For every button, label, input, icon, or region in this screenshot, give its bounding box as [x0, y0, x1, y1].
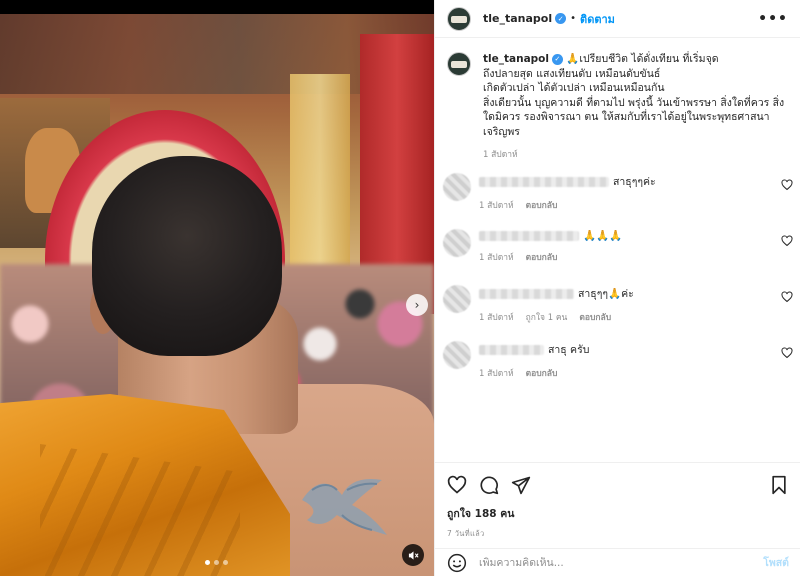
- caption-meta: 1 สัปดาห์: [483, 147, 789, 161]
- list-item: สาธุๆๆค่ะ 1 สัปดาห์ ตอบกลับ: [435, 165, 800, 221]
- comment-bubble-icon[interactable]: [479, 475, 499, 495]
- comment-like-count[interactable]: ถูกใจ 1 คน: [526, 313, 568, 323]
- avatar[interactable]: [443, 173, 471, 201]
- post-details-panel: tle_tanapol ✓ • ติดตาม ••• tle_tanapol ✓ …: [434, 0, 800, 576]
- like-heart-icon[interactable]: [447, 475, 467, 495]
- comment-input[interactable]: [479, 556, 764, 569]
- carousel-dot: [223, 560, 228, 565]
- carousel-dot: [214, 560, 219, 565]
- carousel-dots: [205, 560, 228, 565]
- caption-body: tle_tanapol ✓ 🙏เปรียบชีวิต ได้ดั่งเทียน ท…: [483, 52, 789, 139]
- carousel-dot: [205, 560, 210, 565]
- comment-text: สาธุๆๆค่ะ: [613, 176, 656, 188]
- post-header: tle_tanapol ✓ • ติดตาม •••: [435, 0, 800, 38]
- heart-icon[interactable]: [781, 291, 793, 303]
- comment-text: 🙏🙏🙏: [583, 230, 623, 242]
- post-comment-button[interactable]: โพสต์: [763, 554, 789, 571]
- more-options-icon[interactable]: •••: [758, 11, 788, 27]
- separator-dot: •: [570, 13, 577, 24]
- caption-text: 🙏เปรียบชีวิต ได้ดั่งเทียน ที่เริ่มจุด ถึ…: [483, 53, 785, 138]
- post-photo[interactable]: ›: [0, 14, 434, 576]
- share-send-icon[interactable]: [511, 475, 531, 495]
- heart-icon[interactable]: [781, 179, 793, 191]
- list-item: สาธุๆๆ🙏ค่ะ 1 สัปดาห์ ถูกใจ 1 คน ตอบกลับ: [435, 277, 800, 333]
- avatar[interactable]: [443, 229, 471, 257]
- blurred-username[interactable]: [479, 176, 609, 187]
- comment-timestamp: 1 สัปดาห์: [479, 201, 514, 211]
- comment-text: สาธุๆๆ🙏ค่ะ: [578, 288, 634, 300]
- caption-timestamp: 1 สัปดาห์: [483, 150, 518, 160]
- heart-icon[interactable]: [781, 347, 793, 359]
- top-black-strip: [0, 0, 434, 14]
- comment-timestamp: 1 สัปดาห์: [479, 253, 514, 263]
- avatar[interactable]: [443, 285, 471, 313]
- post-actions: ถูกใจ 188 คน 7 วันที่แล้ว: [435, 462, 800, 540]
- speaker-muted-icon: [408, 550, 419, 560]
- comment-timestamp: 1 สัปดาห์: [479, 369, 514, 379]
- mute-toggle-button[interactable]: [402, 544, 424, 566]
- blurred-username[interactable]: [479, 230, 579, 241]
- verified-badge-icon: ✓: [551, 53, 563, 65]
- carousel-next-button[interactable]: ›: [406, 294, 428, 316]
- avatar[interactable]: [443, 341, 471, 369]
- comment-text: สาธุ ครับ: [548, 344, 590, 356]
- likes-count[interactable]: ถูกใจ 188 คน: [447, 505, 789, 522]
- heart-icon[interactable]: [781, 235, 793, 247]
- follow-button[interactable]: ติดตาม: [580, 10, 615, 28]
- emoji-icon[interactable]: [447, 553, 467, 573]
- reply-button[interactable]: ตอบกลับ: [526, 369, 558, 379]
- avatar[interactable]: [447, 52, 471, 76]
- comments-scroll-area[interactable]: tle_tanapol ✓ 🙏เปรียบชีวิต ได้ดั่งเทียน ท…: [435, 42, 800, 462]
- avatar[interactable]: [447, 6, 471, 31]
- comment-timestamp: 1 สัปดาห์: [479, 313, 514, 323]
- add-comment-bar: โพสต์: [435, 548, 800, 576]
- post-timestamp: 7 วันที่แล้ว: [447, 529, 485, 538]
- reply-button[interactable]: ตอบกลับ: [579, 313, 611, 323]
- chevron-right-icon: ›: [414, 298, 420, 312]
- reply-button[interactable]: ตอบกลับ: [526, 253, 558, 263]
- blurred-username[interactable]: [479, 344, 544, 355]
- author-username[interactable]: tle_tanapol: [483, 12, 552, 25]
- bird-tattoo: [302, 479, 387, 535]
- monk-head: [92, 156, 282, 356]
- verified-badge-icon: ✓: [555, 13, 567, 24]
- list-item: 🙏🙏🙏 1 สัปดาห์ ตอบกลับ: [435, 221, 800, 277]
- bookmark-icon[interactable]: [769, 475, 789, 495]
- blurred-username[interactable]: [479, 288, 574, 299]
- post-caption: tle_tanapol ✓ 🙏เปรียบชีวิต ได้ดั่งเทียน ท…: [435, 42, 800, 165]
- reply-button[interactable]: ตอบกลับ: [526, 201, 558, 211]
- post-viewer: › tle_tanapol ✓ • ติดตาม ••• tle_tanapol…: [0, 0, 800, 576]
- caption-username[interactable]: tle_tanapol: [483, 53, 549, 65]
- list-item: สาธุ ครับ 1 สัปดาห์ ตอบกลับ: [435, 333, 800, 389]
